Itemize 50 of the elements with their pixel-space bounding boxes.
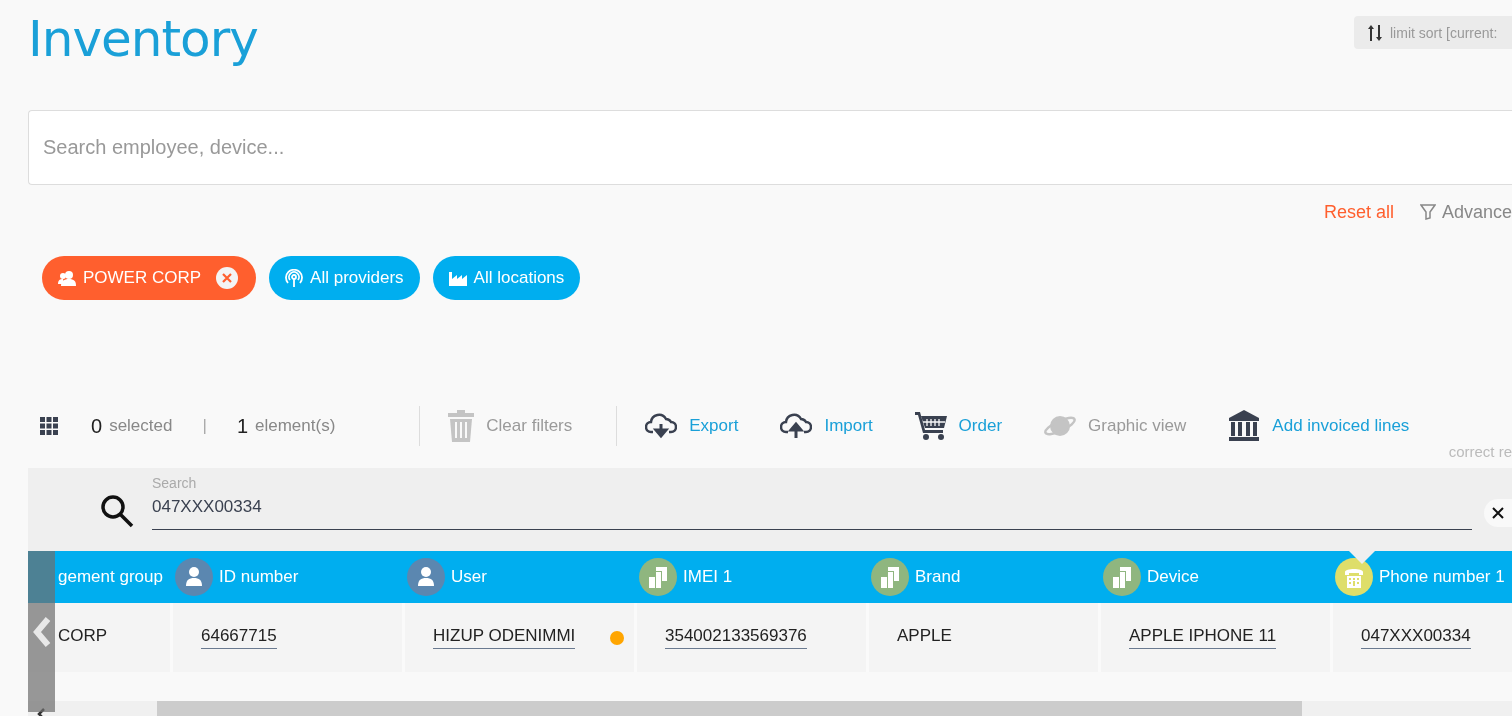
page-title: Inventory: [28, 9, 258, 70]
element-count: 1: [236, 414, 248, 438]
cart-icon: [914, 411, 947, 441]
element-label: element(s): [255, 416, 336, 436]
column-header[interactable]: Phone number 1: [1379, 567, 1505, 587]
hint-text: correct re: [1447, 443, 1512, 461]
devices-icon: [871, 558, 909, 596]
selected-label: selected: [109, 416, 173, 436]
reset-all-link[interactable]: Reset all: [1323, 201, 1394, 223]
table-cell-text: CORP: [58, 626, 108, 647]
chevron-left-icon: [32, 615, 51, 648]
person-icon: [407, 558, 445, 596]
clear-search-button[interactable]: [1484, 499, 1512, 527]
filter-chip[interactable]: POWER CORP: [42, 256, 257, 300]
column-header[interactable]: User: [451, 567, 487, 587]
grid-icon[interactable]: [40, 417, 58, 435]
cloud-upload-icon: [780, 412, 813, 440]
devices-icon: [639, 558, 677, 596]
search-field[interactable]: Search employee, device...: [28, 110, 1512, 185]
cloud-download-icon: [645, 412, 678, 440]
antenna-icon: [285, 269, 304, 287]
filter-chip[interactable]: All locations: [432, 256, 581, 300]
toolbar-button[interactable]: Add invoiced lines: [1228, 410, 1410, 442]
toolbar-button[interactable]: Export: [645, 412, 739, 440]
table-cell-text: APPLE: [897, 626, 952, 647]
sort-button[interactable]: limit sort [current:: [1354, 16, 1512, 49]
factory-icon: [448, 270, 467, 286]
sort-icon: [1368, 24, 1382, 41]
cell-link[interactable]: 64667715: [201, 626, 277, 649]
bank-icon: [1228, 410, 1261, 442]
column-header[interactable]: ID number: [219, 567, 299, 587]
filter-icon: [1419, 204, 1436, 220]
column-header[interactable]: Device: [1147, 567, 1199, 587]
separator: |: [202, 416, 207, 436]
column-header[interactable]: Brand: [915, 567, 961, 587]
toolbar-button[interactable]: Import: [780, 412, 873, 440]
phone-icon: [1335, 558, 1373, 596]
column-header[interactable]: IMEI 1: [683, 567, 733, 587]
filter-chip[interactable]: All providers: [269, 256, 420, 300]
column-header[interactable]: gement group: [58, 567, 163, 587]
selected-count: 0: [91, 414, 103, 438]
close-icon: [1492, 507, 1504, 519]
trash-icon: [448, 410, 475, 442]
users-icon: [58, 270, 76, 286]
advanced-filter-button[interactable]: Advance: [1419, 201, 1512, 223]
person-icon: [175, 558, 213, 596]
remove-icon[interactable]: [216, 267, 239, 289]
devices-icon: [1103, 558, 1141, 596]
toolbar-button[interactable]: Order: [914, 411, 1003, 441]
search-icon: [100, 494, 134, 528]
